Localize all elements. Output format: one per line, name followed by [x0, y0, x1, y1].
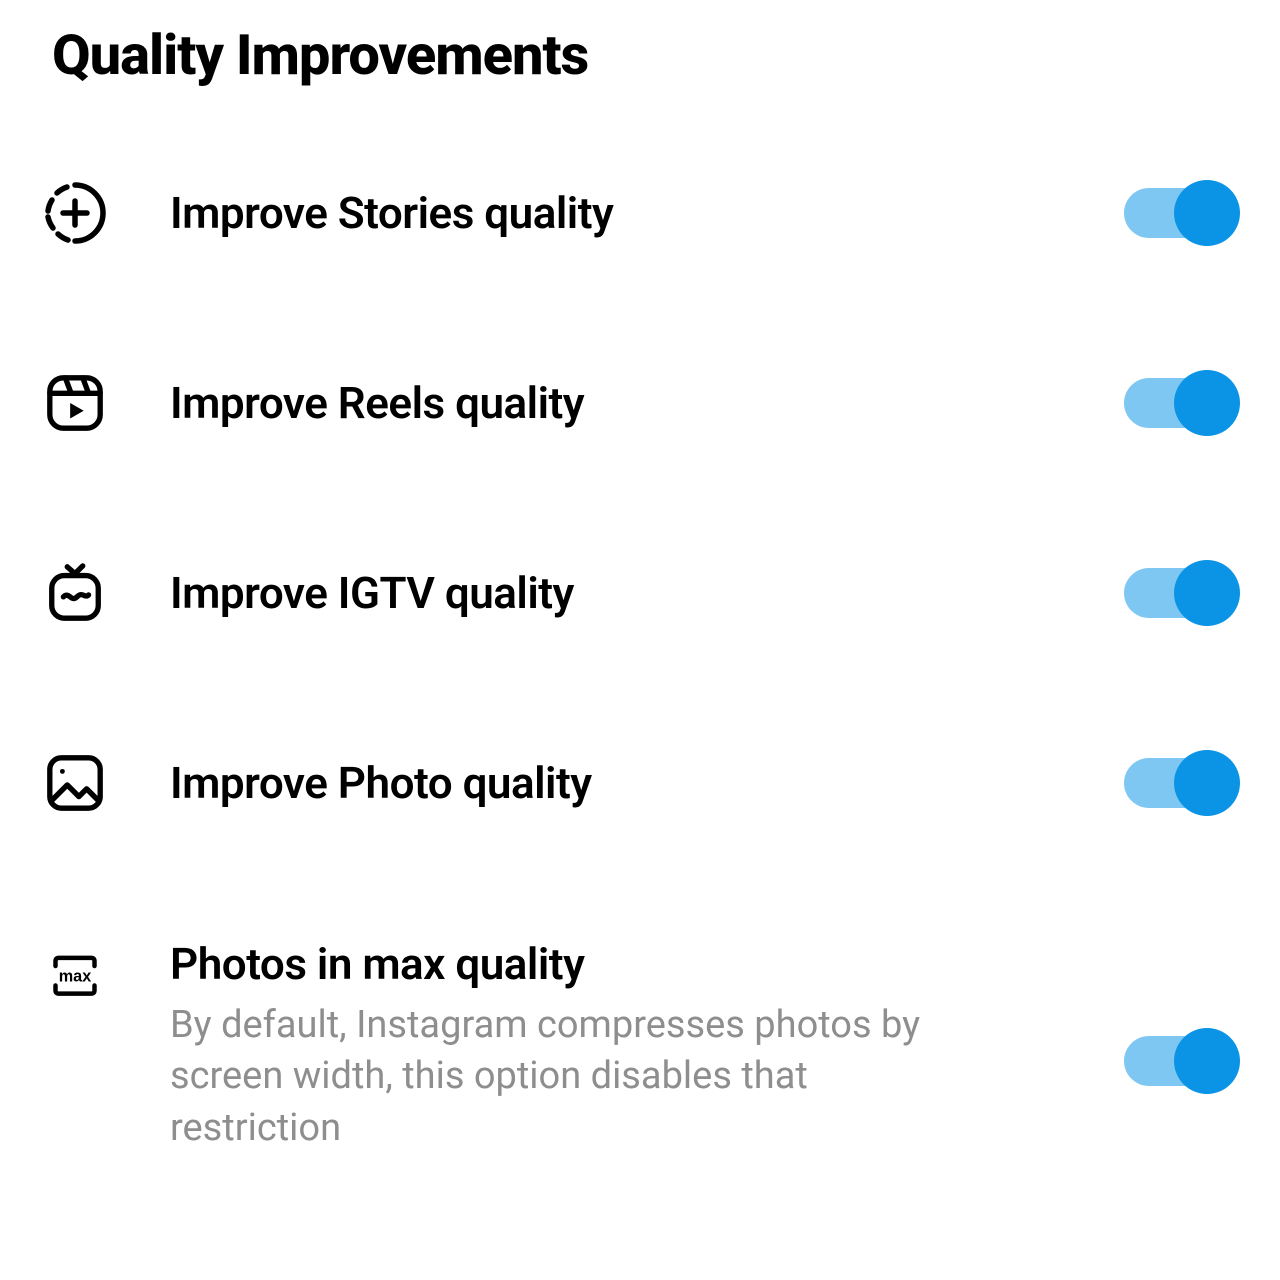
igtv-icon	[40, 558, 110, 628]
setting-row-igtv: Improve IGTV quality	[40, 558, 1240, 628]
setting-row-max-quality: max Photos in max quality By default, In…	[40, 938, 1240, 1154]
setting-label: Improve Photo quality	[170, 757, 1064, 809]
svg-text:max: max	[59, 967, 92, 985]
setting-label: Improve Stories quality	[170, 187, 1064, 239]
reels-icon	[40, 368, 110, 438]
setting-label: Improve IGTV quality	[170, 567, 1064, 619]
setting-row-stories: Improve Stories quality	[40, 178, 1240, 248]
toggle-max-quality[interactable]	[1124, 1028, 1240, 1094]
photo-icon	[40, 748, 110, 818]
toggle-photo-quality[interactable]	[1124, 750, 1240, 816]
stories-plus-icon	[40, 178, 110, 248]
toggle-igtv-quality[interactable]	[1124, 560, 1240, 626]
setting-description: By default, Instagram compresses photos …	[170, 1000, 930, 1154]
section-title: Quality Improvements	[52, 22, 1240, 88]
setting-label: Photos in max quality	[170, 938, 1064, 990]
toggle-stories-quality[interactable]	[1124, 180, 1240, 246]
setting-row-reels: Improve Reels quality	[40, 368, 1240, 438]
max-icon: max	[40, 944, 110, 1014]
setting-label: Improve Reels quality	[170, 377, 1064, 429]
setting-row-photo: Improve Photo quality	[40, 748, 1240, 818]
toggle-reels-quality[interactable]	[1124, 370, 1240, 436]
settings-section: Quality Improvements Improve Stories qua…	[0, 0, 1280, 1154]
